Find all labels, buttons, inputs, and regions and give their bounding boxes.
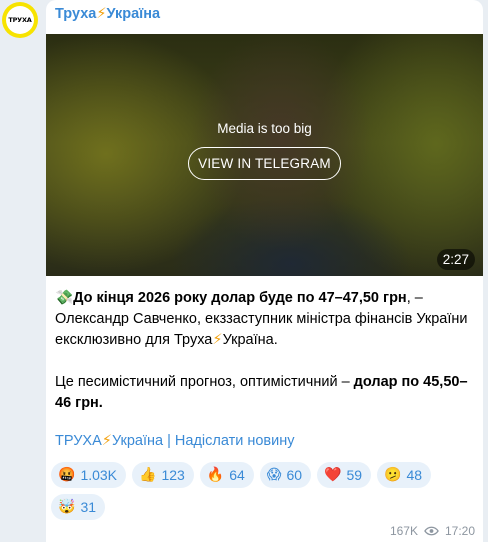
post-text-body-end: Україна. [222,332,278,348]
view-count: 167K [389,524,418,538]
video-duration-badge: 2:27 [436,249,475,270]
reaction-count: 59 [346,467,363,483]
channel-footer-link[interactable]: ТРУХА⚡Україна | Надіслати новину [55,433,295,449]
avatar-logo-text: ТРУХА [6,6,34,34]
video-preview[interactable]: Media is too big VIEW IN TELEGRAM 2:27 [46,34,483,276]
reaction-screaming[interactable]: 😱 60 [259,462,312,488]
reaction-count: 31 [80,499,97,515]
post-forecast-text: Це песимістичний прогноз, оптимістичний … [55,374,354,390]
reaction-count: 123 [161,467,185,483]
money-wings-icon: 💸 [55,290,74,306]
heart-icon: ❤️ [324,467,342,483]
reaction-angry[interactable]: 🤬 1.03K [51,462,127,488]
reaction-count: 60 [286,467,303,483]
channel-name[interactable]: Труха⚡Україна [55,6,160,22]
post-text: 💸До кінця 2026 року долар буде по 47–47,… [55,288,473,414]
reaction-fire[interactable]: 🔥 64 [199,462,254,488]
eye-icon [424,526,439,536]
exploding-head-icon: 🤯 [58,499,76,515]
post-bold-headline: До кінця 2026 року долар буде по 47–47,5… [73,290,407,306]
reaction-count: 48 [406,467,423,483]
reaction-thumbs-up[interactable]: 👍 123 [132,462,194,488]
media-too-big-notice: Media is too big [217,121,312,136]
lightning-icon: ⚡ [96,6,107,22]
lightning-icon: ⚡ [212,332,223,348]
message-time: 17:20 [444,524,475,538]
channel-name-part1: Труха [55,6,97,22]
reaction-diagonal-mouth[interactable]: 🫤 48 [377,462,432,488]
footer-link-part1: ТРУХА [55,433,102,449]
screaming-face-icon: 😱 [266,467,282,483]
channel-name-part2: Україна [106,6,161,22]
reaction-exploding-head[interactable]: 🤯 31 [51,494,106,520]
reactions-bar: 🤬 1.03K 👍 123 🔥 64 😱 60 ❤️ 59 🫤 48 🤯 31 [51,462,471,520]
thumbs-up-icon: 👍 [139,467,157,483]
fire-icon: 🔥 [206,467,225,483]
message-bubble: Труха⚡Україна Media is too big VIEW IN T… [46,0,483,542]
angry-face-icon: 🤬 [58,467,76,483]
channel-avatar[interactable]: ТРУХА [2,2,38,38]
footer-link-part2: Україна | Надіслати новину [111,433,295,449]
reaction-count: 64 [229,467,245,483]
reaction-heart[interactable]: ❤️ 59 [317,462,372,488]
lightning-icon: ⚡ [101,433,112,449]
view-in-telegram-button[interactable]: VIEW IN TELEGRAM [188,147,341,180]
diagonal-mouth-icon: 🫤 [384,467,402,483]
message-meta: 167K 17:20 [390,524,475,538]
reaction-count: 1.03K [80,467,118,483]
